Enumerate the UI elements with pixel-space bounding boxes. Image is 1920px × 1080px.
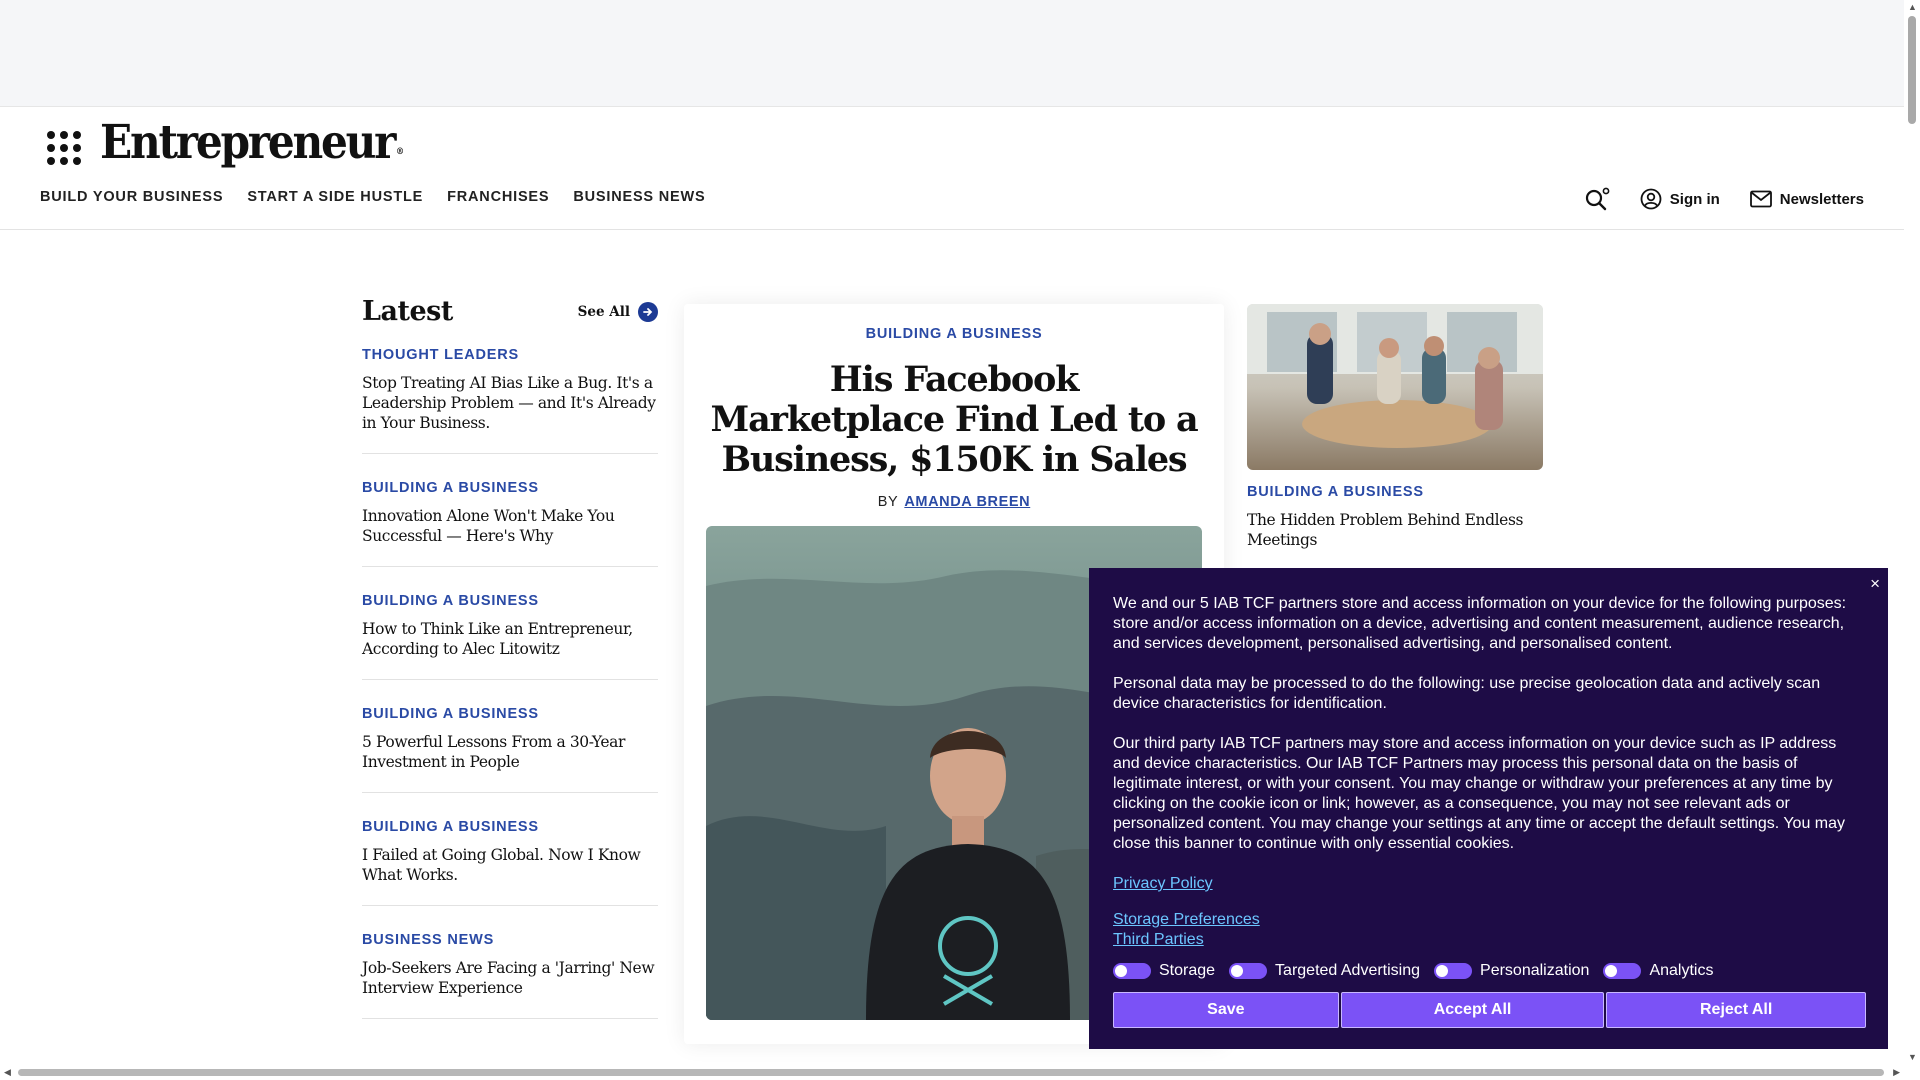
list-item: THOUGHT LEADERS Stop Treating AI Bias Li… bbox=[362, 347, 658, 454]
registered-mark: ® bbox=[396, 147, 405, 157]
toggle-switch bbox=[1113, 963, 1151, 979]
scroll-left-icon[interactable]: ◀ bbox=[4, 1067, 11, 1078]
personalization-toggle[interactable]: Personalization bbox=[1434, 962, 1589, 980]
scroll-down-icon[interactable]: ▼ bbox=[1908, 1052, 1917, 1062]
see-all-label: See All bbox=[577, 303, 630, 320]
analytics-toggle[interactable]: Analytics bbox=[1603, 962, 1713, 980]
item-title[interactable]: 5 Powerful Lessons From a 30-Year Invest… bbox=[362, 732, 658, 772]
targeted-advertising-toggle[interactable]: Targeted Advertising bbox=[1229, 962, 1420, 980]
vertical-scroll-thumb[interactable] bbox=[1908, 16, 1916, 124]
side-article-image[interactable] bbox=[1247, 304, 1543, 470]
side-title[interactable]: The Hidden Problem Behind Endless Meetin… bbox=[1247, 510, 1543, 550]
meeting-illustration bbox=[1247, 304, 1543, 448]
toggle-label: Targeted Advertising bbox=[1275, 962, 1421, 979]
save-button[interactable]: Save bbox=[1113, 992, 1339, 1028]
item-category[interactable]: BUSINESS NEWS bbox=[362, 932, 658, 948]
third-parties-link[interactable]: Third Parties bbox=[1113, 930, 1866, 950]
byline: BY AMANDA BREEN bbox=[684, 494, 1224, 510]
sign-in-button[interactable]: Sign in bbox=[1640, 188, 1720, 210]
accept-all-button[interactable]: Accept All bbox=[1340, 992, 1605, 1028]
horizontal-scrollbar[interactable]: ◀ ▶ bbox=[0, 1064, 1904, 1080]
list-item: BUSINESS NEWS Job-Seekers Are Facing a '… bbox=[362, 932, 658, 1019]
sign-in-label: Sign in bbox=[1669, 190, 1720, 208]
item-category[interactable]: THOUGHT LEADERS bbox=[362, 347, 658, 363]
main-nav: BUILD YOUR BUSINESS START A SIDE HUSTLE … bbox=[40, 189, 705, 205]
menu-grid-icon[interactable] bbox=[47, 131, 81, 165]
see-all-button[interactable]: See All bbox=[577, 301, 658, 322]
byline-prefix: BY bbox=[877, 494, 899, 510]
item-category[interactable]: BUILDING A BUSINESS bbox=[362, 706, 658, 722]
author-link[interactable]: AMANDA BREEN bbox=[904, 494, 1030, 510]
toggle-label: Personalization bbox=[1480, 962, 1590, 979]
list-item: BUILDING A BUSINESS How to Think Like an… bbox=[362, 593, 658, 680]
scroll-up-icon[interactable]: ▲ bbox=[1908, 2, 1917, 12]
user-icon bbox=[1640, 188, 1662, 210]
side-article: BUILDING A BUSINESS The Hidden Problem B… bbox=[1247, 304, 1543, 550]
list-item: BUILDING A BUSINESS Innovation Alone Won… bbox=[362, 480, 658, 567]
arrow-right-icon bbox=[638, 301, 658, 322]
latest-header: Latest See All bbox=[362, 296, 658, 327]
consent-processing-text: Personal data may be processed to do the… bbox=[1113, 675, 1821, 712]
cookie-consent-banner: × We and our 5 IAB TCF partners store an… bbox=[1089, 568, 1888, 1049]
toggle-label: Analytics bbox=[1649, 962, 1714, 979]
nav-start-a-side-hustle[interactable]: START A SIDE HUSTLE bbox=[247, 189, 423, 205]
consent-buttons: Save Accept All Reject All bbox=[1113, 992, 1866, 1028]
item-category[interactable]: BUILDING A BUSINESS bbox=[362, 819, 658, 835]
item-category[interactable]: BUILDING A BUSINESS bbox=[362, 480, 658, 496]
nav-business-news[interactable]: BUSINESS NEWS bbox=[573, 189, 705, 205]
toggle-switch bbox=[1603, 963, 1642, 979]
feature-category[interactable]: BUILDING A BUSINESS bbox=[684, 326, 1224, 342]
consent-toggles: Storage Targeted Advertising Personaliza… bbox=[1113, 962, 1866, 980]
list-item: BUILDING A BUSINESS 5 Powerful Lessons F… bbox=[362, 706, 658, 793]
item-title[interactable]: Job-Seekers Are Facing a 'Jarring' New I… bbox=[362, 958, 658, 998]
storage-toggle[interactable]: Storage bbox=[1113, 962, 1215, 980]
header-actions: Sign in Newsletters bbox=[1584, 187, 1864, 211]
vertical-scrollbar[interactable]: ▲ ▼ bbox=[1904, 0, 1920, 1080]
newsletters-button[interactable]: Newsletters bbox=[1749, 190, 1864, 208]
side-category[interactable]: BUILDING A BUSINESS bbox=[1247, 484, 1543, 500]
privacy-policy-link[interactable]: Privacy Policy bbox=[1113, 874, 1866, 894]
scroll-right-icon[interactable]: ▶ bbox=[1893, 1067, 1900, 1078]
ad-banner-area bbox=[0, 0, 1904, 107]
search-button[interactable] bbox=[1584, 187, 1610, 211]
consent-purposes-text: We and our 5 IAB TCF partners store and … bbox=[1113, 595, 1847, 652]
consent-partners-text: Our third party IAB TCF partners may sto… bbox=[1113, 735, 1846, 852]
list-item: BUILDING A BUSINESS I Failed at Going Gl… bbox=[362, 819, 658, 906]
horizontal-scroll-thumb[interactable] bbox=[18, 1069, 1884, 1076]
close-icon[interactable]: × bbox=[1870, 574, 1880, 594]
latest-column: Latest See All THOUGHT LEADERS Stop Trea… bbox=[362, 296, 658, 1045]
item-title[interactable]: Stop Treating AI Bias Like a Bug. It's a… bbox=[362, 373, 658, 433]
mail-icon bbox=[1749, 190, 1772, 208]
toggle-switch bbox=[1434, 963, 1473, 979]
search-icon bbox=[1585, 187, 1610, 211]
site-logo[interactable]: Entrepreneur ® bbox=[100, 115, 404, 170]
storage-preferences-link[interactable]: Storage Preferences bbox=[1113, 910, 1866, 930]
item-category[interactable]: BUILDING A BUSINESS bbox=[362, 593, 658, 609]
item-title[interactable]: I Failed at Going Global. Now I Know Wha… bbox=[362, 845, 658, 885]
nav-franchises[interactable]: FRANCHISES bbox=[447, 189, 549, 205]
site-header: Entrepreneur ® BUILD YOUR BUSINESS START … bbox=[0, 107, 1904, 230]
feature-headline[interactable]: His Facebook Marketplace Find Led to a B… bbox=[708, 360, 1200, 480]
nav-build-your-business[interactable]: BUILD YOUR BUSINESS bbox=[40, 189, 223, 205]
newsletters-label: Newsletters bbox=[1779, 190, 1864, 208]
item-title[interactable]: How to Think Like an Entrepreneur, Accor… bbox=[362, 619, 658, 659]
reject-all-button[interactable]: Reject All bbox=[1606, 992, 1866, 1028]
toggle-label: Storage bbox=[1159, 962, 1216, 979]
latest-title: Latest bbox=[362, 296, 453, 327]
item-title[interactable]: Innovation Alone Won't Make You Successf… bbox=[362, 506, 658, 546]
toggle-switch bbox=[1229, 963, 1268, 979]
